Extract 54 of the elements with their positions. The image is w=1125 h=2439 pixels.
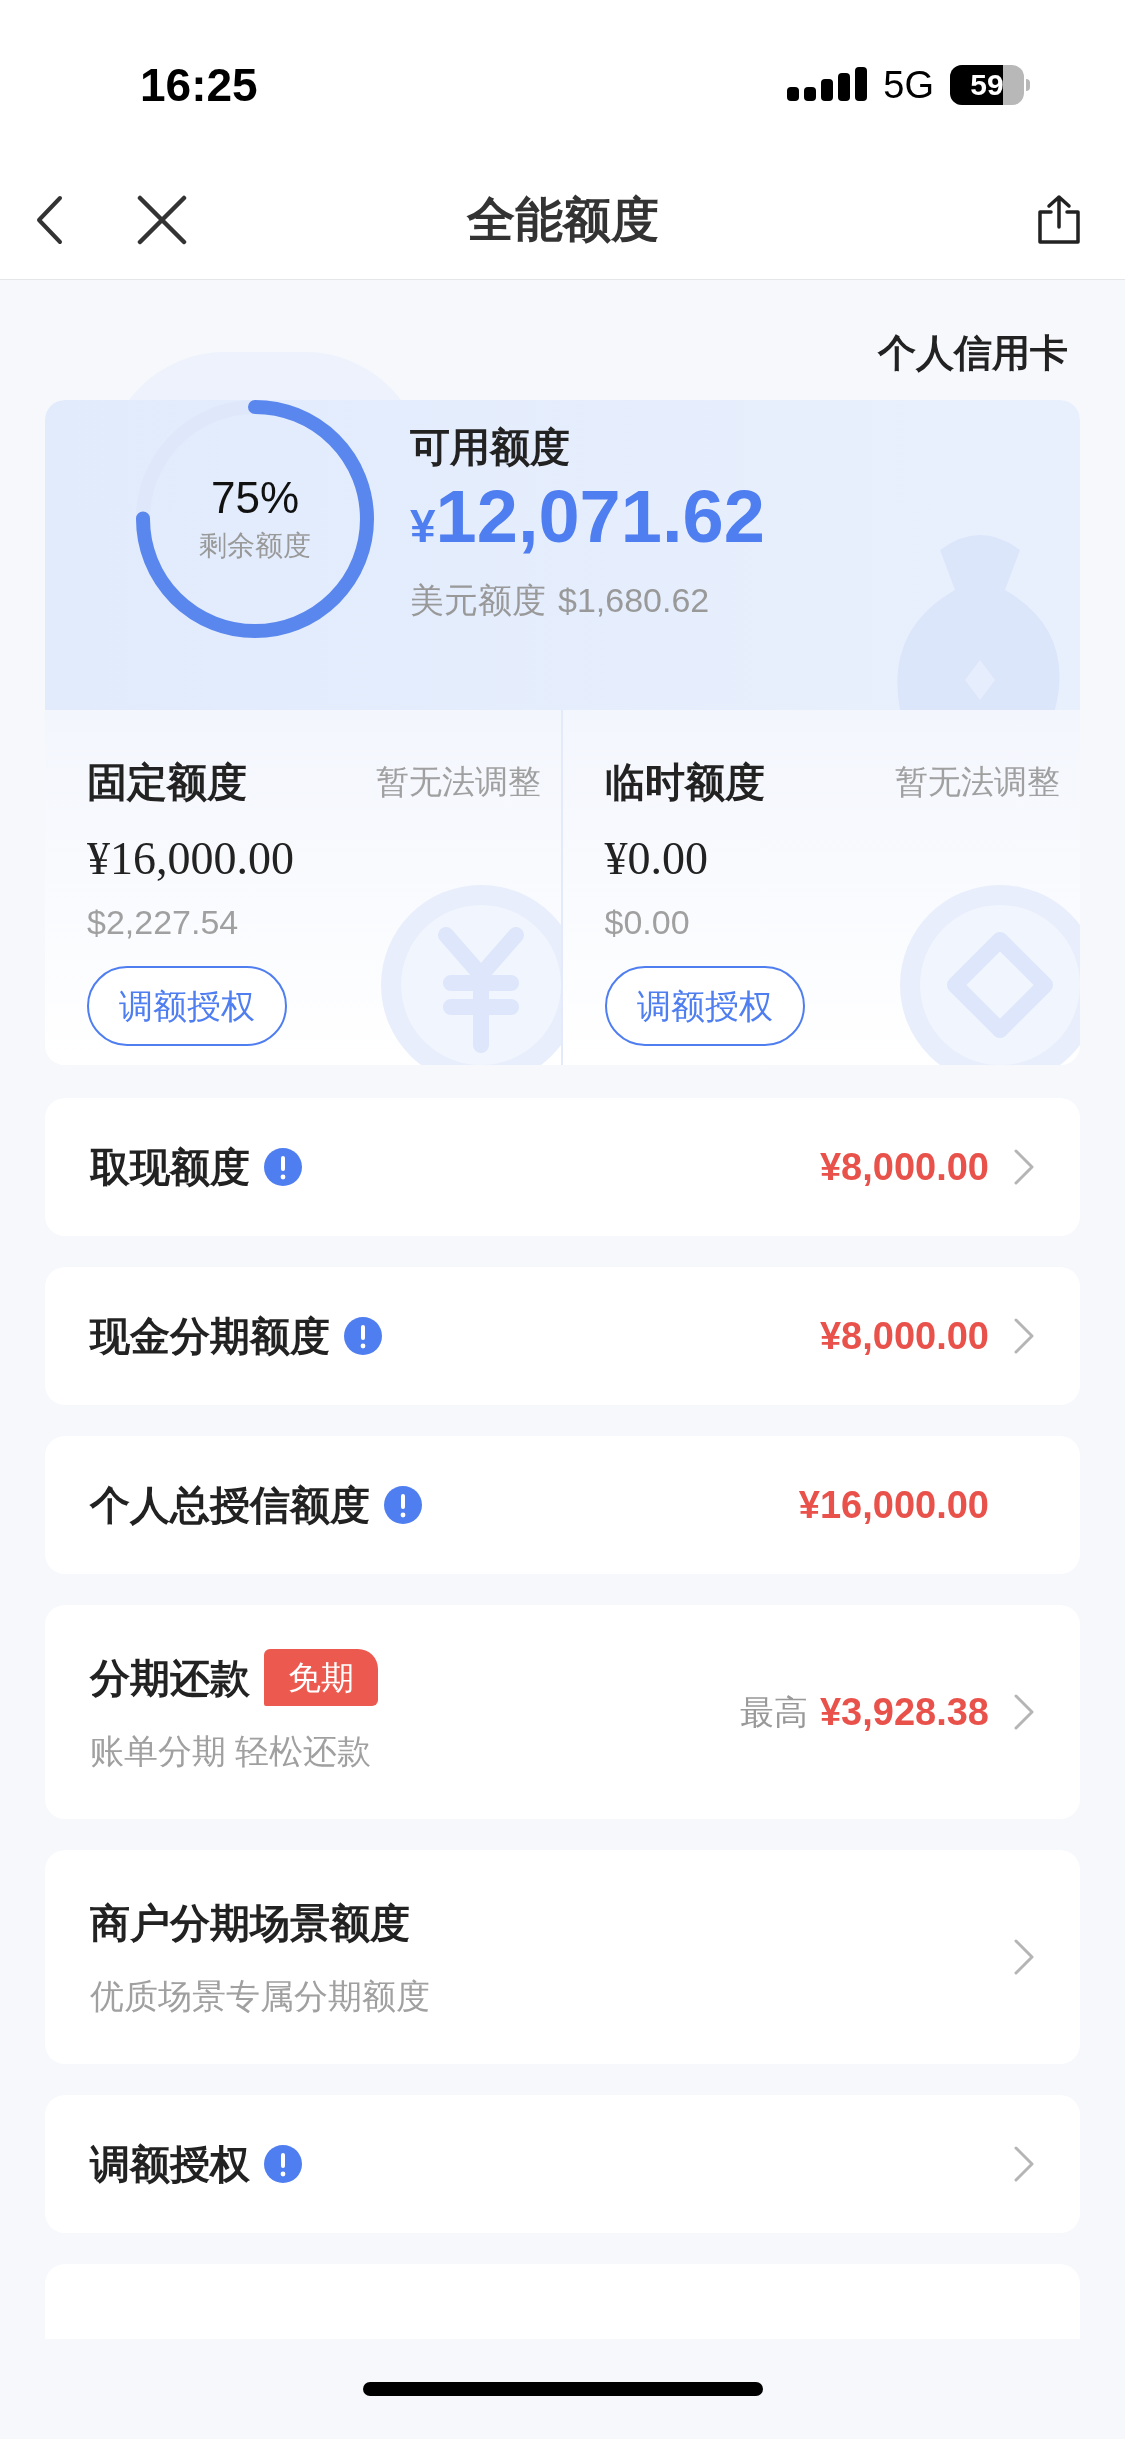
usd-amount: $1,680.62 [558, 580, 710, 621]
list-row[interactable]: 取现额度 ¥8,000.00 [45, 1098, 1080, 1236]
share-icon[interactable] [1036, 193, 1082, 246]
chevron-right-icon [1013, 1317, 1035, 1355]
usd-label: 美元额度 [410, 580, 546, 621]
adjust-button[interactable]: 调额授权 [87, 966, 287, 1046]
limit-amount: ¥16,000.00 [87, 832, 294, 886]
chevron-right-icon [1013, 1938, 1035, 1976]
percent-text: 75% [210, 475, 300, 520]
info-icon[interactable] [264, 1148, 302, 1186]
row-subtitle: 账单分期 轻松还款 [90, 1730, 373, 1772]
chevron-right-icon [1013, 1693, 1035, 1731]
available-amount: 12,071.62 [435, 480, 765, 554]
chevron-right-icon [1013, 1148, 1035, 1186]
row-title: 分期还款 [90, 1654, 250, 1702]
row-title: 现金分期额度 [90, 1313, 330, 1360]
adjust-button[interactable]: 调额授权 [604, 966, 805, 1046]
row-amount: ¥8,000.00 [819, 1313, 989, 1359]
status-time: 16:25 [140, 57, 258, 113]
promo-badge: 免期 [264, 1648, 378, 1707]
limit-usd-amount: $2,227.54 [87, 902, 239, 943]
row-amount: ¥8,000.00 [819, 1144, 989, 1190]
available-label: 可用额度 [410, 424, 571, 471]
row-title: 调额授权 [90, 2141, 250, 2188]
row-amount: ¥3,928.38 [819, 1689, 989, 1735]
row-subtitle: 优质场景专属分期额度 [90, 1975, 431, 2017]
row-title: 取现额度 [90, 1144, 250, 1191]
network-label: 5G [883, 62, 934, 108]
list-row[interactable]: 个人总授信额度 ¥16,000.00 [45, 1436, 1080, 1574]
info-icon[interactable] [344, 1317, 382, 1355]
info-icon[interactable] [264, 2145, 302, 2183]
close-icon[interactable] [137, 194, 187, 245]
amount-prefix: 最高 [739, 1691, 808, 1733]
limit-usd-amount: $0.00 [604, 902, 690, 943]
list-row[interactable]: 现金分期额度 ¥8,000.00 [45, 1267, 1080, 1405]
limit-note: 暂无法调整 [895, 762, 1060, 803]
chevron-right-icon [1013, 2145, 1035, 2183]
limit-title: 临时额度 [604, 759, 765, 806]
back-icon[interactable] [35, 194, 65, 245]
row-title: 个人总授信额度 [90, 1482, 370, 1529]
page-title: 全能额度 [466, 191, 659, 248]
list-row[interactable]: 调额授权 [45, 2095, 1080, 2233]
battery-indicator: 59 [950, 65, 1024, 105]
limit-title: 固定额度 [87, 759, 247, 806]
card-type-label[interactable]: 个人信用卡 [878, 325, 1068, 382]
remaining-label: 剩余额度 [199, 528, 311, 563]
row-amount: ¥16,000.00 [798, 1482, 989, 1528]
info-icon[interactable] [384, 1486, 422, 1524]
limit-amount: ¥0.00 [604, 832, 708, 886]
currency-symbol: ¥ [410, 499, 436, 554]
row-title: 商户分期场景额度 [90, 1899, 410, 1947]
list-row[interactable]: 分期还款 免期 账单分期 轻松还款 最高 ¥3,928.38 [45, 1605, 1080, 1819]
list-row[interactable]: 商户分期场景额度 优质场景专属分期额度 [45, 1850, 1080, 2064]
limit-note: 暂无法调整 [375, 762, 541, 803]
